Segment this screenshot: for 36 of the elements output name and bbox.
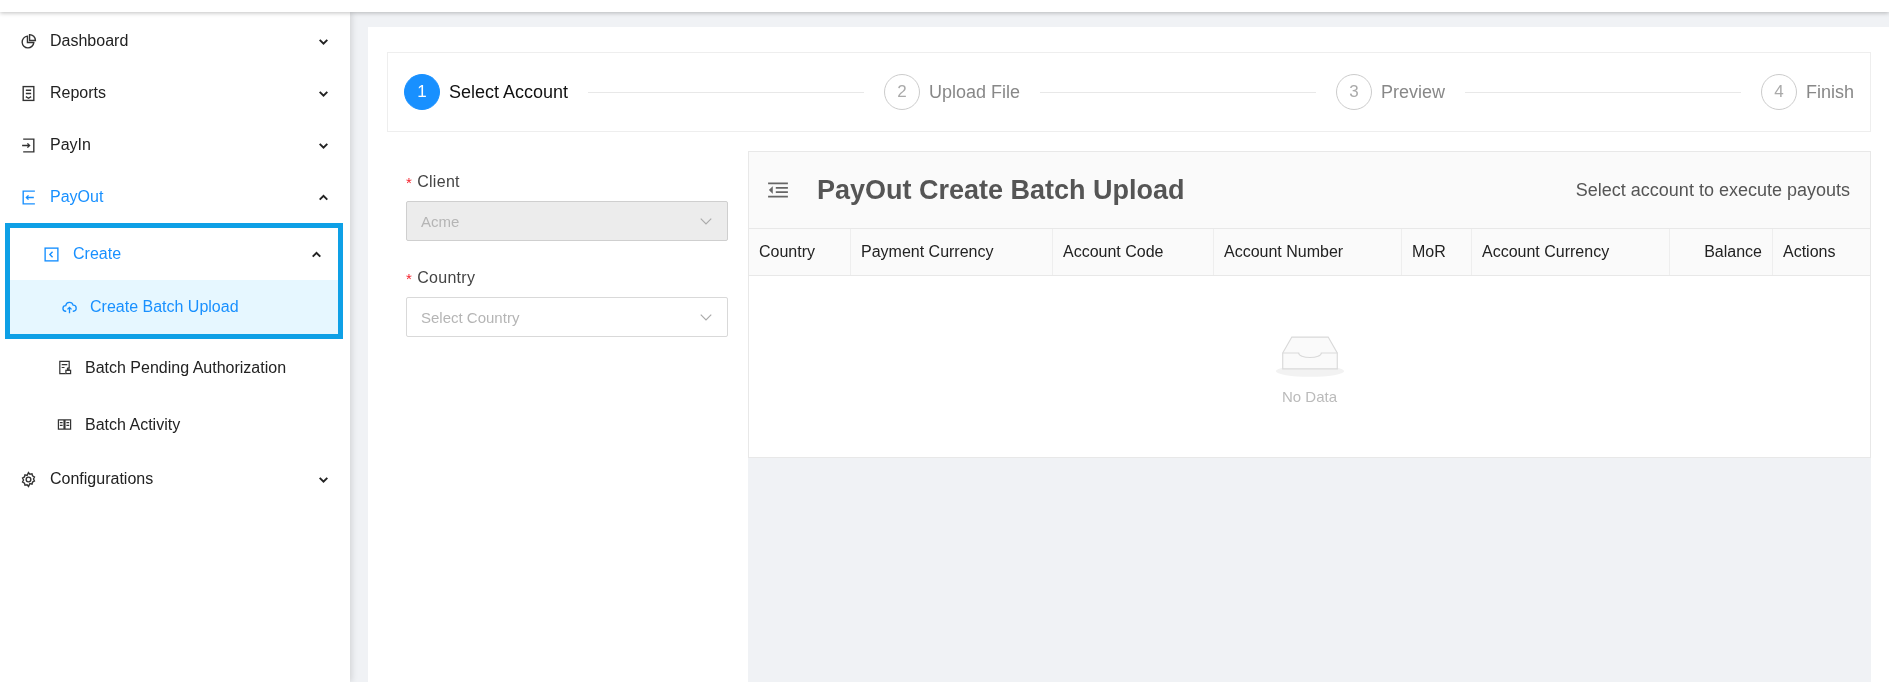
step-number: 1 bbox=[404, 74, 440, 110]
empty-text: No Data bbox=[1282, 388, 1337, 405]
pie-chart-icon bbox=[20, 32, 37, 50]
logout-icon bbox=[20, 188, 37, 206]
document-user-icon bbox=[57, 360, 72, 375]
sidebar-item[interactable]: Reports bbox=[0, 67, 350, 119]
required-mark: * bbox=[406, 173, 413, 191]
field-label: Client bbox=[417, 173, 460, 191]
sidebar-item[interactable]: PayIn bbox=[0, 119, 350, 171]
book-icon bbox=[57, 417, 72, 432]
field-label: Country bbox=[417, 269, 476, 287]
column-header: Account Currency bbox=[1472, 229, 1670, 275]
settings-icon bbox=[20, 470, 37, 488]
column-header: Country bbox=[749, 229, 851, 275]
column-header: Balance bbox=[1670, 229, 1773, 275]
column-header: MoR bbox=[1402, 229, 1472, 275]
sidebar-item[interactable]: Dashboard bbox=[0, 15, 350, 67]
step-label: Preview bbox=[1381, 81, 1446, 103]
column-header: Account Code bbox=[1053, 229, 1214, 275]
panel-subtitle: Select account to execute payouts bbox=[1575, 179, 1850, 201]
step-label: Select Account bbox=[449, 81, 569, 103]
panel-title: PayOut Create Batch Upload bbox=[817, 174, 1186, 206]
column-header: Account Number bbox=[1214, 229, 1402, 275]
menu-fold-icon[interactable] bbox=[767, 181, 789, 199]
sidebar-item[interactable]: Configurations bbox=[0, 453, 350, 505]
step-label: Finish bbox=[1805, 81, 1854, 103]
column-header: Payment Currency bbox=[851, 229, 1053, 275]
login-icon bbox=[20, 136, 37, 154]
cloud-upload-icon bbox=[62, 299, 77, 315]
sidebar-item[interactable]: Batch Pending Authorization bbox=[0, 339, 350, 396]
sidebar-item[interactable]: Batch Activity bbox=[0, 396, 350, 453]
column-header: Actions bbox=[1782, 242, 1837, 262]
collapse-left-icon bbox=[43, 245, 60, 263]
required-mark: * bbox=[406, 269, 413, 287]
step-label: Upload File bbox=[929, 81, 1021, 103]
document-icon bbox=[20, 84, 37, 102]
